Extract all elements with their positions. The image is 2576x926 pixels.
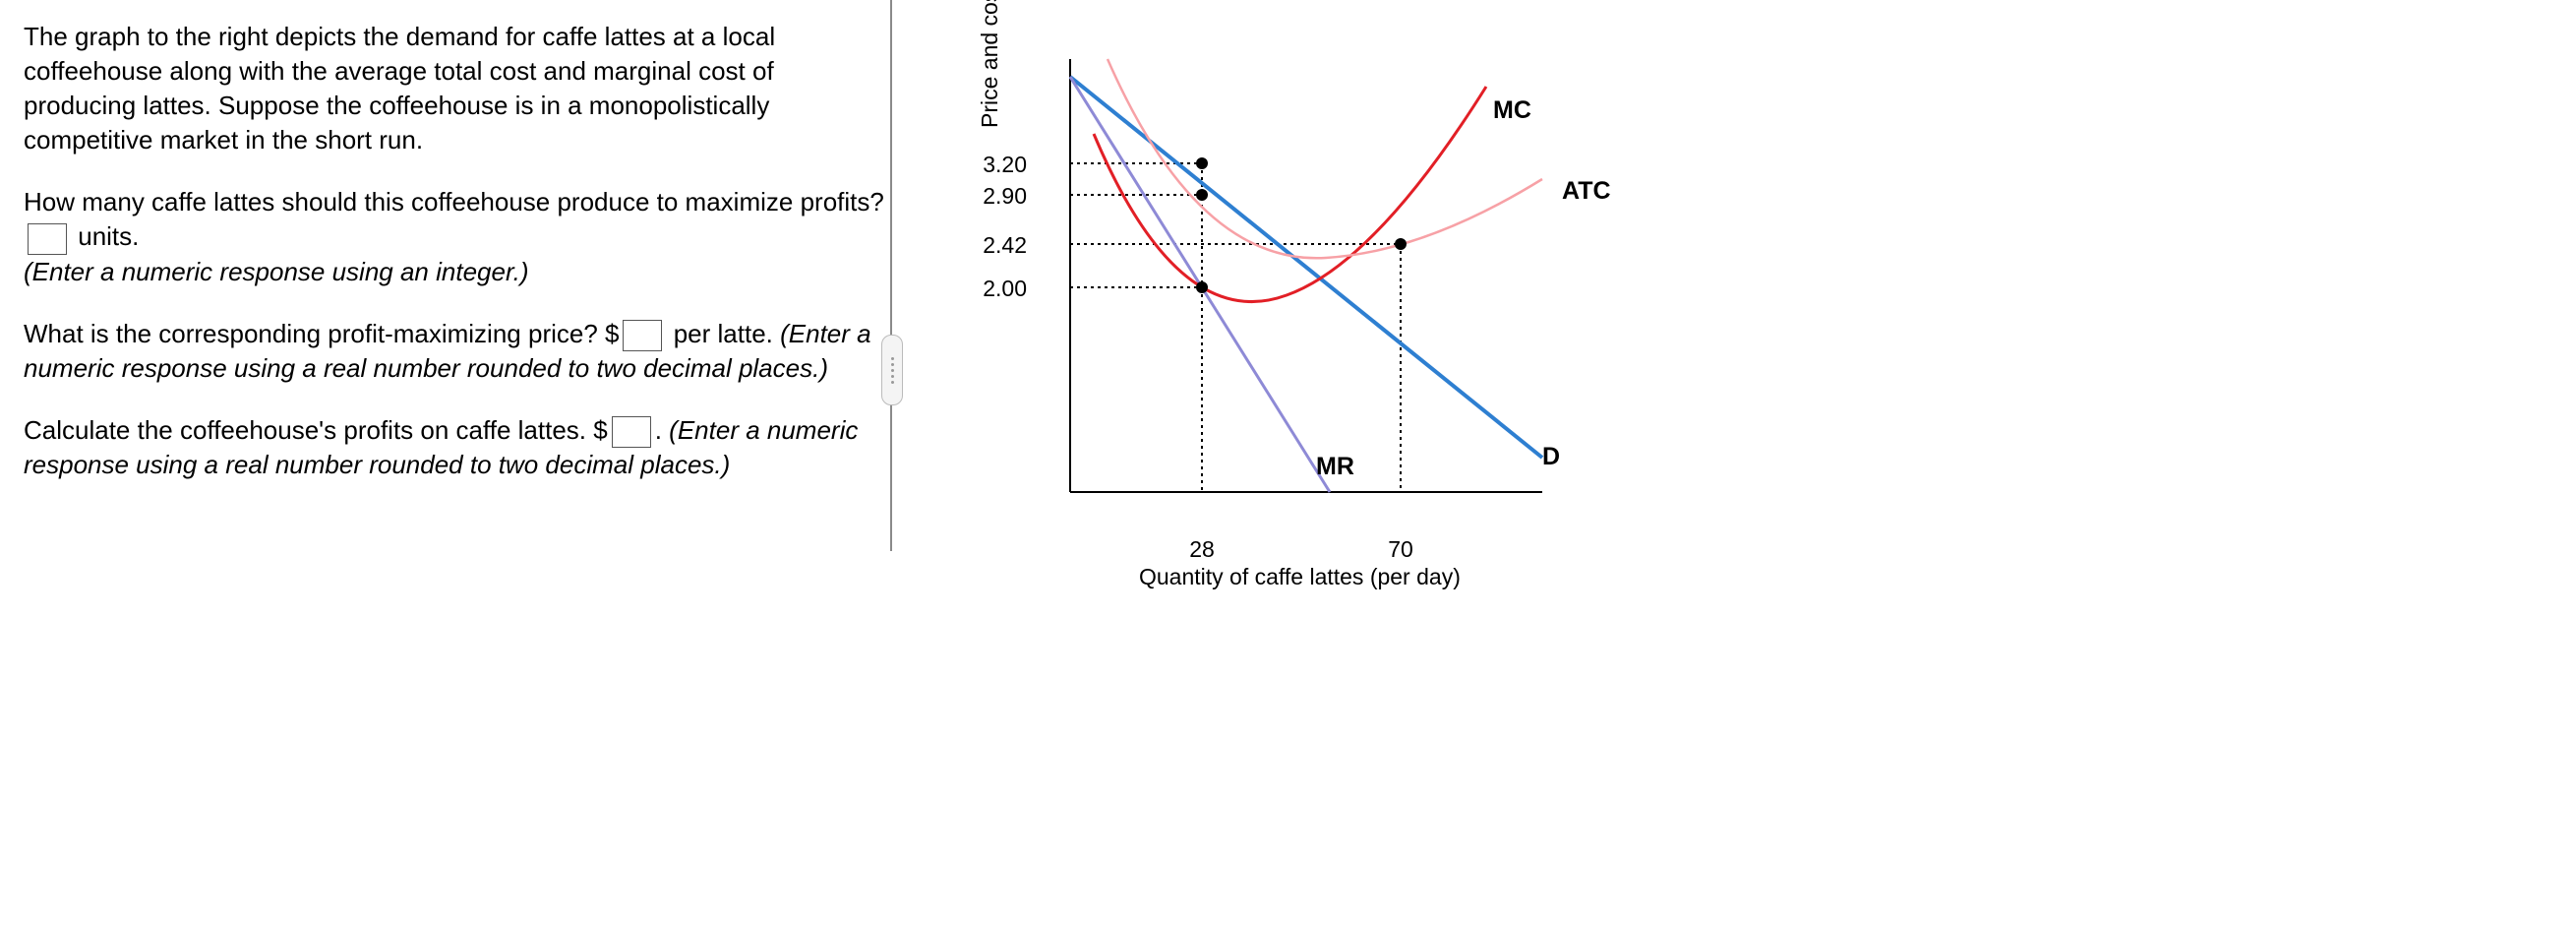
profit-input[interactable] xyxy=(612,416,651,448)
y-axis-label: Price and cost (dollars per cup) xyxy=(977,0,1003,128)
ytick-2: 2.42 xyxy=(978,232,1027,259)
question-panel: The graph to the right depicts the deman… xyxy=(0,0,913,926)
d-label: D xyxy=(1542,443,1560,471)
point-price xyxy=(1196,157,1208,169)
q2-text-b: per latte. xyxy=(666,319,780,348)
q2-text-a: What is the corresponding profit-maximiz… xyxy=(24,319,619,348)
atc-label: ATC xyxy=(1562,177,1611,206)
resize-handle[interactable] xyxy=(881,335,903,405)
point-minatc xyxy=(1395,238,1407,250)
x-axis-label: Quantity of caffe lattes (per day) xyxy=(1139,564,1461,590)
demand-curve xyxy=(1070,77,1542,458)
units-input[interactable] xyxy=(28,223,67,255)
question-2: What is the corresponding profit-maximiz… xyxy=(24,317,889,386)
ytick-1: 2.90 xyxy=(978,183,1027,210)
q1-hint: (Enter a numeric response using an integ… xyxy=(24,257,529,286)
intro-text: The graph to the right depicts the deman… xyxy=(24,20,889,157)
q1-text-a: How many caffe lattes should this coffee… xyxy=(24,187,884,216)
ytick-3: 2.00 xyxy=(978,276,1027,302)
chart-svg xyxy=(1031,39,1562,531)
graph-panel: Price and cost (dollars per cup) Quantit… xyxy=(913,0,2576,926)
point-mrmc xyxy=(1196,281,1208,293)
q3-text-b: . xyxy=(655,415,669,445)
question-1: How many caffe lattes should this coffee… xyxy=(24,185,889,288)
panel-divider xyxy=(890,0,892,551)
econ-chart: Price and cost (dollars per cup) Quantit… xyxy=(1031,39,1562,531)
mc-label: MC xyxy=(1493,96,1531,125)
xtick-0: 28 xyxy=(1189,536,1215,563)
q3-text-a: Calculate the coffeehouse's profits on c… xyxy=(24,415,608,445)
mr-label: MR xyxy=(1316,453,1354,481)
xtick-1: 70 xyxy=(1388,536,1413,563)
price-input[interactable] xyxy=(623,320,662,351)
question-3: Calculate the coffeehouse's profits on c… xyxy=(24,413,889,482)
q1-text-b: units. xyxy=(78,221,139,251)
point-atc xyxy=(1196,189,1208,201)
mc-curve xyxy=(1094,87,1486,302)
ytick-0: 3.20 xyxy=(978,152,1027,178)
